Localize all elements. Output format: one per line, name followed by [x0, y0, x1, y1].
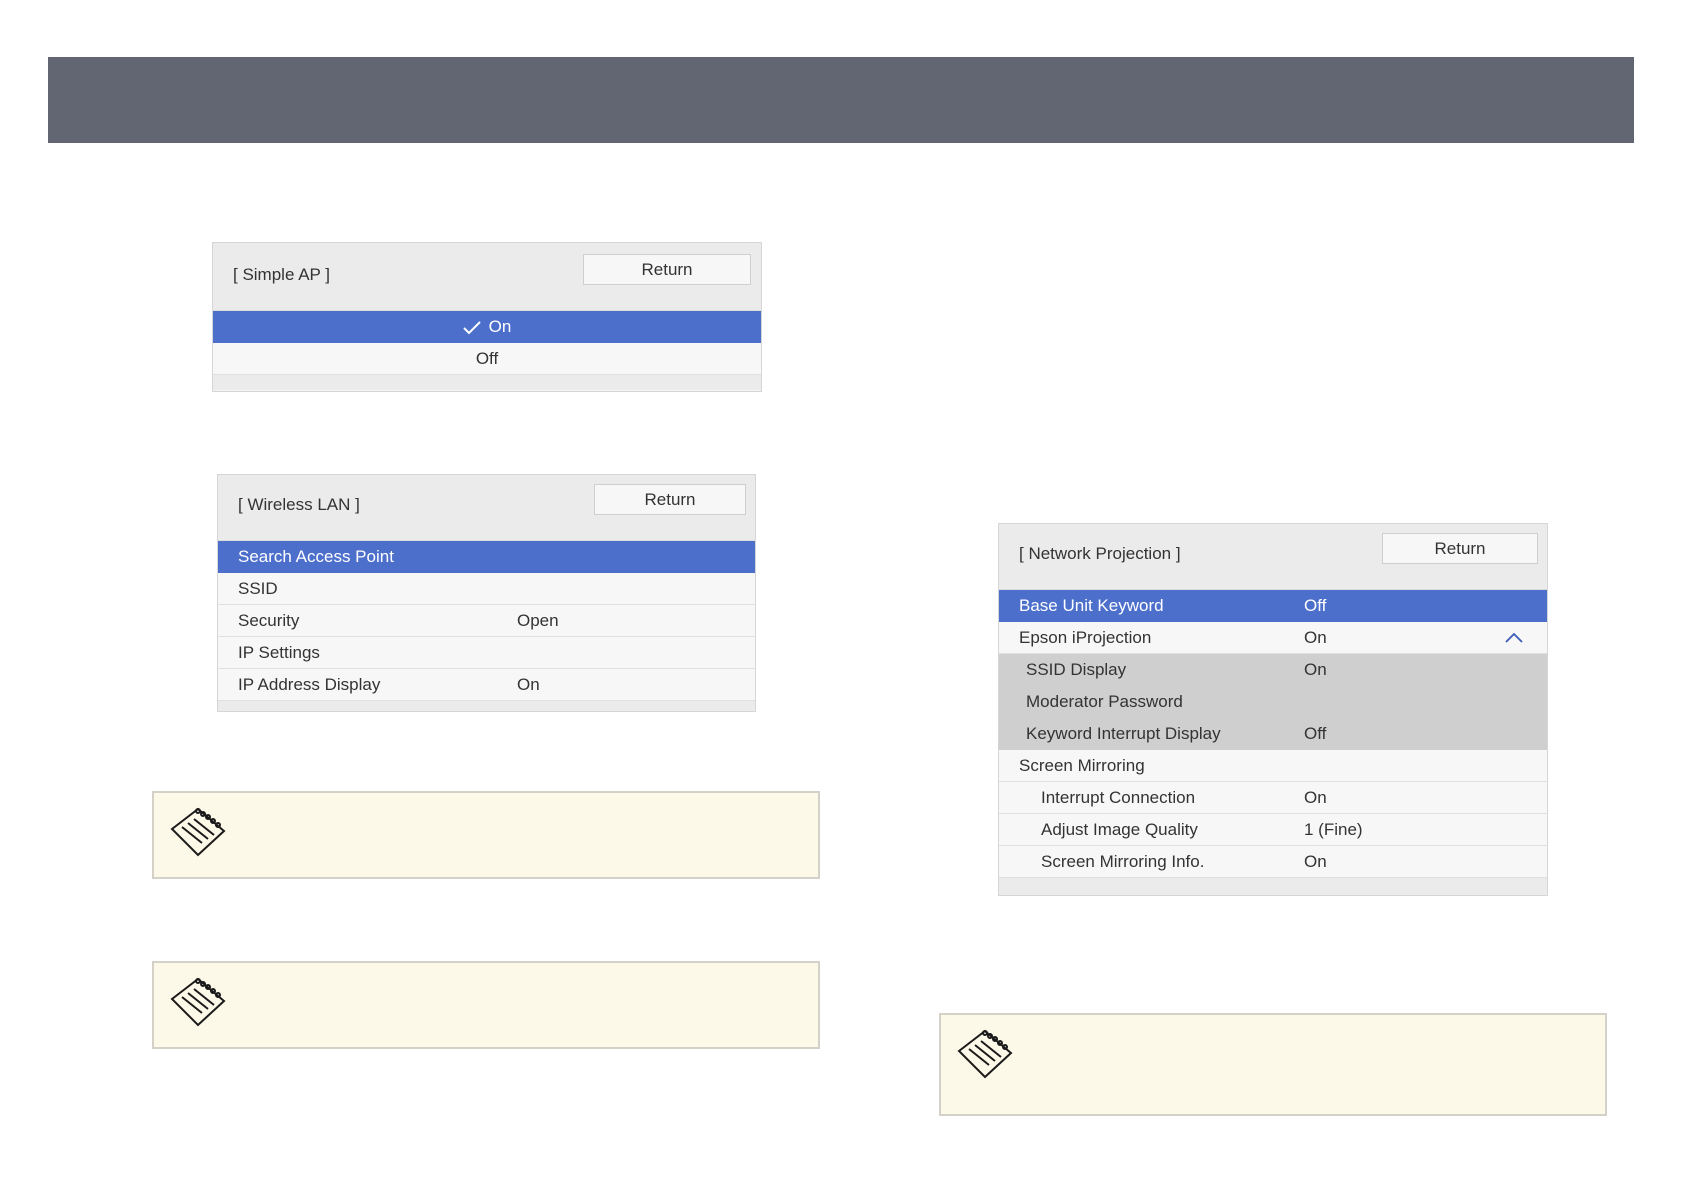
menu-row-adjust-image-quality[interactable]: Adjust Image Quality 1 (Fine)	[999, 814, 1547, 846]
panel-footer	[213, 375, 761, 390]
option-label: Off	[475, 349, 499, 368]
simple-ap-header: [ Simple AP ] Return	[213, 243, 761, 311]
row-value: 1 (Fine)	[1304, 820, 1363, 839]
note-box	[152, 791, 820, 879]
note-box	[939, 1013, 1607, 1116]
option-off[interactable]: Off	[213, 343, 761, 375]
check-icon	[462, 320, 481, 334]
row-value: On	[1304, 852, 1327, 871]
menu-row-security[interactable]: Security Open	[218, 605, 755, 637]
return-button[interactable]: Return	[594, 484, 746, 515]
menu-row-ssid[interactable]: SSID	[218, 573, 755, 605]
option-label: On	[488, 317, 512, 336]
note-box	[152, 961, 820, 1049]
row-value: Open	[517, 611, 559, 630]
row-value: Off	[1304, 724, 1327, 743]
note-pad-icon	[170, 807, 226, 857]
menu-row-base-unit-keyword[interactable]: Base Unit Keyword Off	[999, 590, 1547, 622]
return-button[interactable]: Return	[583, 254, 751, 285]
note-pad-icon	[170, 977, 226, 1027]
option-on[interactable]: On	[213, 311, 761, 343]
panel-footer	[218, 701, 755, 711]
return-button[interactable]: Return	[1382, 533, 1538, 564]
panel-footer	[999, 878, 1547, 895]
menu-row-screen-mirroring[interactable]: Screen Mirroring	[999, 750, 1547, 782]
menu-row-ssid-display[interactable]: SSID Display On	[999, 654, 1547, 686]
page-header-bar	[48, 57, 1634, 143]
row-value: On	[1304, 660, 1327, 679]
network-projection-header: [ Network Projection ] Return	[999, 524, 1547, 590]
wireless-lan-panel: [ Wireless LAN ] Return Search Access Po…	[217, 474, 756, 712]
panel-title: [ Network Projection ]	[1019, 544, 1181, 563]
panel-title: [ Wireless LAN ]	[238, 495, 360, 514]
menu-row-keyword-interrupt-display[interactable]: Keyword Interrupt Display Off	[999, 718, 1547, 750]
chevron-up-icon[interactable]	[1504, 632, 1524, 644]
menu-row-moderator-password[interactable]: Moderator Password	[999, 686, 1547, 718]
network-projection-panel: [ Network Projection ] Return Base Unit …	[998, 523, 1548, 896]
menu-row-epson-iprojection[interactable]: Epson iProjection On	[999, 622, 1547, 654]
simple-ap-panel: [ Simple AP ] Return On Off	[212, 242, 762, 392]
menu-row-interrupt-connection[interactable]: Interrupt Connection On	[999, 782, 1547, 814]
menu-row-search-access-point[interactable]: Search Access Point	[218, 541, 755, 573]
row-value: On	[1304, 628, 1327, 647]
menu-row-ip-settings[interactable]: IP Settings	[218, 637, 755, 669]
menu-row-ip-address-display[interactable]: IP Address Display On	[218, 669, 755, 701]
note-pad-icon	[957, 1029, 1013, 1079]
row-value: Off	[1304, 596, 1327, 615]
menu-row-screen-mirroring-info[interactable]: Screen Mirroring Info. On	[999, 846, 1547, 878]
row-value: On	[1304, 788, 1327, 807]
wireless-lan-header: [ Wireless LAN ] Return	[218, 475, 755, 541]
panel-title: [ Simple AP ]	[233, 265, 331, 284]
row-value: On	[517, 675, 540, 694]
